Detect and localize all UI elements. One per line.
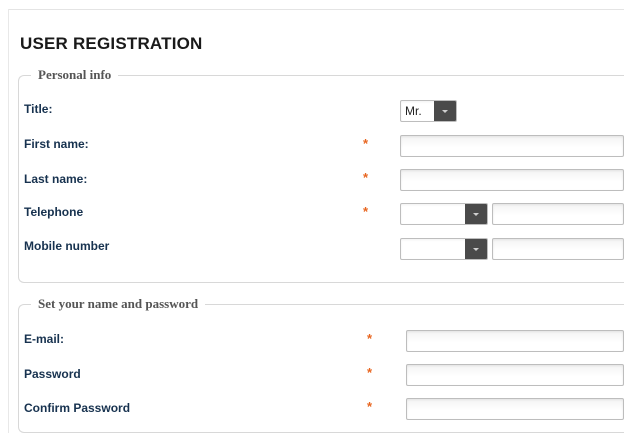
personal-info-legend: Personal info <box>38 67 112 82</box>
telephone-field[interactable] <box>492 203 624 225</box>
telephone-label: Telephone <box>24 205 84 219</box>
password-label: Password <box>24 367 81 381</box>
credentials-legend: Set your name and password <box>38 296 199 311</box>
last-name-field[interactable] <box>400 169 624 191</box>
last-name-required-marker: * <box>363 170 369 185</box>
first-name-label: First name: <box>24 137 89 151</box>
password-required-marker: * <box>367 365 373 380</box>
telephone-required-marker: * <box>363 204 369 219</box>
panel-left-border <box>8 9 9 433</box>
first-name-required-marker: * <box>363 136 369 151</box>
registration-page: USER REGISTRATION Personal info Title: M… <box>0 0 624 433</box>
last-name-label: Last name: <box>24 172 88 186</box>
email-label: E-mail: <box>24 332 65 346</box>
confirm-password-label: Confirm Password <box>24 401 131 415</box>
panel-top-border <box>8 9 624 10</box>
title-select[interactable]: Mr. <box>400 100 457 122</box>
email-required-marker: * <box>367 331 373 346</box>
title-select-value: Mr. <box>405 104 422 118</box>
mobile-number-field[interactable] <box>492 238 624 260</box>
title-label: Title: <box>24 102 53 116</box>
chevron-down-icon[interactable] <box>465 204 487 224</box>
mobile-prefix-select[interactable] <box>400 238 488 260</box>
page-title: USER REGISTRATION <box>20 34 203 53</box>
email-field[interactable] <box>406 330 624 352</box>
confirm-password-required-marker: * <box>367 399 373 414</box>
chevron-down-icon[interactable] <box>434 101 456 121</box>
password-field[interactable] <box>406 364 624 386</box>
confirm-password-field[interactable] <box>406 398 624 420</box>
mobile-number-label: Mobile number <box>24 239 110 253</box>
first-name-field[interactable] <box>400 135 624 157</box>
telephone-prefix-select[interactable] <box>400 203 488 225</box>
chevron-down-icon[interactable] <box>465 239 487 259</box>
